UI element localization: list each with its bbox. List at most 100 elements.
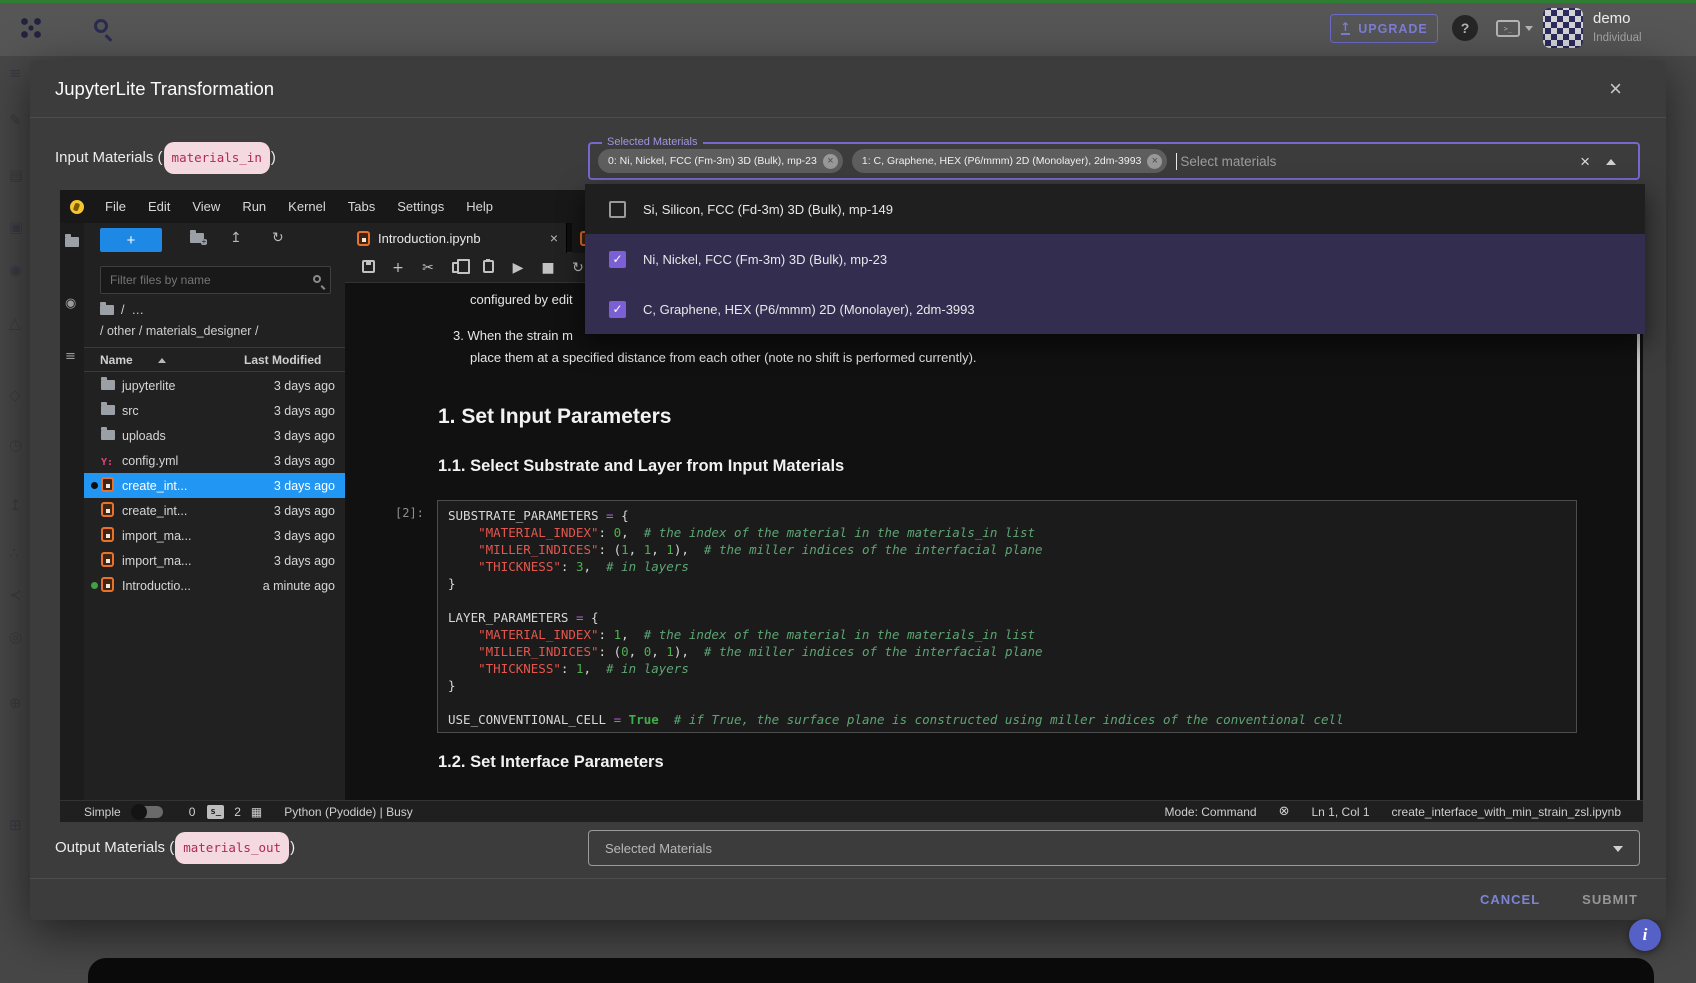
material-option[interactable]: Si, Silicon, FCC (Fd-3m) 3D (Bulk), mp-1… — [585, 184, 1645, 234]
checkbox-checked-icon[interactable] — [609, 301, 626, 318]
stop-kernel-icon[interactable]: ■ — [533, 260, 563, 276]
sessions-badge: s_ — [207, 805, 224, 819]
menu-run[interactable]: Run — [231, 199, 277, 214]
collapse-caret-icon[interactable] — [1606, 159, 1616, 165]
running-kernels-icon[interactable]: ◉ — [65, 296, 76, 311]
refresh-file-list-icon[interactable]: ↻ — [272, 230, 284, 246]
yaml-icon: Y: — [101, 457, 113, 468]
file-browser-icon[interactable] — [65, 237, 79, 247]
clock-icon: ◷ — [9, 436, 22, 454]
checkbox-checked-icon[interactable] — [609, 251, 626, 268]
close-icon[interactable] — [1609, 78, 1622, 100]
paste-cell-icon[interactable] — [473, 260, 503, 276]
upgrade-arrow-icon: ↑ — [1340, 23, 1351, 35]
console-menu-button[interactable]: >_ — [1496, 20, 1533, 37]
help-button[interactable]: ? — [1452, 15, 1478, 41]
file-row[interactable]: Y: config.yml 3 days ago — [84, 448, 345, 473]
table-of-contents-icon[interactable]: ≡ — [65, 349, 76, 364]
material-chip-label: 1: C, Graphene, HEX (P6/mmm) 2D (Monolay… — [862, 155, 1142, 167]
column-name[interactable]: Name — [100, 353, 133, 367]
output-materials-select[interactable]: Selected Materials — [588, 830, 1640, 866]
search-icon[interactable] — [94, 19, 108, 33]
file-list: jupyterlite 3 days ago src 3 days ago up… — [84, 373, 345, 598]
breadcrumb-root[interactable]: / — [121, 303, 124, 317]
clear-selection-icon[interactable] — [1580, 152, 1590, 172]
new-folder-icon[interactable]: + — [190, 230, 204, 246]
expand-caret-icon — [1613, 846, 1623, 852]
new-launcher-button[interactable]: + — [100, 228, 162, 252]
selected-materials-input[interactable]: Selected Materials 0: Ni, Nickel, FCC (F… — [588, 142, 1640, 180]
tab-introduction-ipynb[interactable]: Introduction.ipynb — [345, 223, 567, 253]
materials-out-code-chip: materials_out — [175, 832, 289, 864]
filter-files-input[interactable] — [101, 267, 330, 293]
chip-delete-icon[interactable] — [1147, 154, 1162, 169]
output-select-label: Selected Materials — [605, 841, 712, 856]
user-avatar[interactable] — [1543, 8, 1583, 48]
simple-mode-toggle[interactable] — [133, 806, 163, 818]
jupyter-activity-bar: ◉ ≡ — [60, 223, 84, 800]
breadcrumb-ellipsis[interactable]: … — [131, 303, 144, 317]
menu-view[interactable]: View — [181, 199, 231, 214]
markdown-text: place them at a specified distance from … — [470, 350, 977, 365]
upgrade-label: UPGRADE — [1358, 22, 1428, 36]
menu-help[interactable]: Help — [455, 199, 504, 214]
info-button[interactable]: i — [1629, 919, 1661, 951]
file-row[interactable]: src 3 days ago — [84, 398, 345, 423]
paren-close: ) — [271, 144, 276, 172]
home-folder-icon[interactable] — [100, 305, 114, 315]
markdown-text: configured by edit — [470, 292, 573, 307]
mode-indicator: Mode: Command — [1165, 805, 1257, 819]
chip-delete-icon[interactable] — [823, 154, 838, 169]
menu-settings[interactable]: Settings — [386, 199, 455, 214]
code-cell[interactable]: SUBSTRATE_PARAMETERS = { "MATERIAL_INDEX… — [437, 500, 1577, 733]
material-option-selected[interactable]: Ni, Nickel, FCC (Fm-3m) 3D (Bulk), mp-23 — [585, 234, 1645, 284]
menu-file[interactable]: File — [94, 199, 137, 214]
filter-files-box — [100, 266, 331, 294]
bookmark-icon: ▤ — [9, 166, 23, 184]
materials-dropdown: Si, Silicon, FCC (Fd-3m) 3D (Bulk), mp-1… — [585, 184, 1645, 334]
share-icon: ≺ — [9, 586, 22, 604]
run-cell-icon[interactable]: ▶ — [503, 260, 533, 276]
column-last-modified[interactable]: Last Modified — [244, 353, 321, 367]
cut-cell-icon[interactable]: ✂ — [413, 260, 443, 276]
paren-close: ) — [290, 834, 295, 862]
file-row-selected[interactable]: create_int... 3 days ago — [84, 473, 345, 498]
add-cell-icon[interactable]: + — [383, 260, 413, 276]
folder-icon — [101, 430, 115, 440]
upgrade-button[interactable]: ↑ UPGRADE — [1330, 14, 1438, 43]
checkbox-unchecked-icon[interactable] — [609, 201, 626, 218]
copy-cell-icon[interactable] — [443, 260, 473, 276]
material-option-selected[interactable]: C, Graphene, HEX (P6/mmm) 2D (Monolayer)… — [585, 284, 1645, 334]
file-row[interactable]: uploads 3 days ago — [84, 423, 345, 448]
file-row[interactable]: import_ma... 3 days ago — [84, 523, 345, 548]
upload-files-icon[interactable]: ↥ — [230, 230, 242, 246]
tab-close-icon[interactable] — [550, 230, 558, 246]
menu-kernel[interactable]: Kernel — [277, 199, 337, 214]
triangle-icon: △ — [9, 314, 21, 332]
save-icon[interactable] — [353, 260, 383, 276]
jupyter-statusbar: Simple 0 s_ 2 ▦ Python (Pyodide) | Busy … — [60, 800, 1643, 822]
dialog-title: JupyterLite Transformation — [30, 60, 1666, 118]
file-row[interactable]: Introductio... a minute ago — [84, 573, 345, 598]
cancel-button[interactable]: CANCEL — [1480, 892, 1540, 907]
file-row[interactable]: create_int... 3 days ago — [84, 498, 345, 523]
kernel-status[interactable]: Python (Pyodide) | Busy — [284, 805, 413, 819]
file-row[interactable]: jupyterlite 3 days ago — [84, 373, 345, 398]
breadcrumb: / … — [100, 303, 144, 317]
notebook-icon — [101, 552, 114, 567]
screen: ↑ UPGRADE ? >_ demo Individual ≡ ✎ ▤ ▣ ◉… — [0, 0, 1696, 983]
search-icon — [313, 275, 321, 283]
file-row[interactable]: import_ma... 3 days ago — [84, 548, 345, 573]
sort-ascending-icon[interactable] — [158, 358, 166, 363]
output-materials-label: Output Materials ( materials_out ) — [55, 834, 295, 862]
breadcrumb-path[interactable]: / other / materials_designer / — [100, 324, 258, 338]
submit-button[interactable]: SUBMIT — [1582, 892, 1638, 907]
folder-icon — [101, 405, 115, 415]
menu-edit[interactable]: Edit — [137, 199, 181, 214]
record-icon: ◉ — [9, 261, 22, 279]
menu-icon: ≡ — [9, 64, 22, 82]
active-filename: create_interface_with_min_strain_zsl.ipy… — [1392, 805, 1621, 819]
selected-materials-floating-label: Selected Materials — [602, 136, 703, 148]
menu-tabs[interactable]: Tabs — [337, 199, 386, 214]
dialog-footer: CANCEL SUBMIT — [30, 878, 1666, 920]
